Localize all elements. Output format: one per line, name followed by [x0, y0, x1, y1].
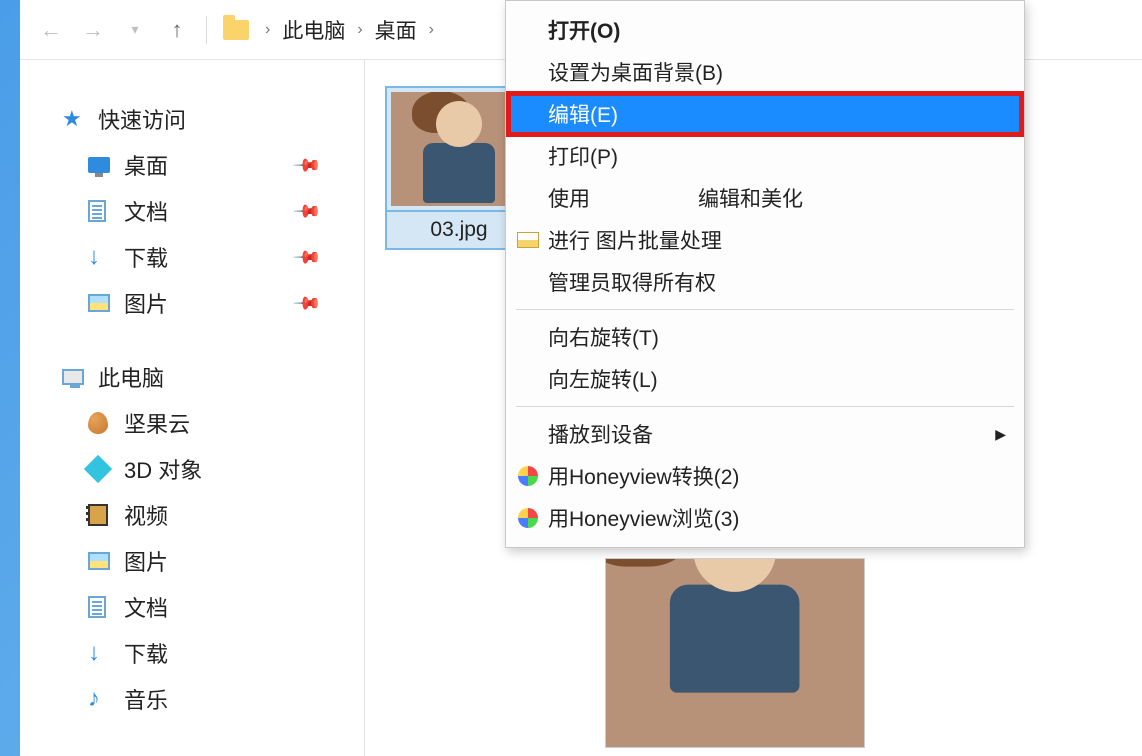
- sidebar-item-label: 下载: [124, 241, 168, 273]
- menu-use-edit-beautify[interactable]: 使用 编辑和美化: [508, 177, 1022, 219]
- toolbar-divider: [206, 16, 207, 44]
- menu-set-desktop-background[interactable]: 设置为桌面背景(B): [508, 51, 1022, 93]
- sidebar-this-pc-header[interactable]: 此电脑: [62, 354, 346, 400]
- menu-print[interactable]: 打印(P): [508, 135, 1022, 177]
- document-icon: [88, 596, 124, 618]
- menu-play-to-device[interactable]: 播放到设备 ▶: [508, 413, 1022, 455]
- pin-icon: 📌: [291, 288, 322, 319]
- sidebar-item-label: 音乐: [124, 683, 168, 715]
- sidebar-item-label: 快速访问: [98, 103, 186, 135]
- pictures-icon: [88, 294, 124, 312]
- cube-icon: [88, 459, 124, 479]
- pin-icon: 📌: [291, 242, 322, 273]
- sidebar-item-label: 文档: [124, 195, 168, 227]
- menu-honeyview-view[interactable]: 用Honeyview浏览(3): [508, 497, 1022, 539]
- menu-separator: [516, 309, 1014, 310]
- context-menu: 打开(O) 设置为桌面背景(B) 编辑(E) 打印(P) 使用 编辑和美化 进行…: [505, 0, 1025, 548]
- pc-icon: [62, 369, 98, 385]
- nut-icon: [88, 412, 124, 434]
- sidebar-item-downloads[interactable]: ↓ 下载 📌: [62, 234, 346, 280]
- menu-admin-ownership[interactable]: 管理员取得所有权: [508, 261, 1022, 303]
- chevron-right-icon: ›: [429, 21, 434, 39]
- menu-batch-process[interactable]: 进行 图片批量处理: [508, 219, 1022, 261]
- breadcrumb-item[interactable]: 此电脑: [282, 15, 345, 45]
- nav-up-button[interactable]: ↑: [160, 17, 194, 43]
- sidebar-item-label: 图片: [124, 287, 168, 319]
- menu-honeyview-convert[interactable]: 用Honeyview转换(2): [508, 455, 1022, 497]
- mail-icon: [516, 232, 540, 248]
- pin-icon: 📌: [291, 196, 322, 227]
- sidebar-item-label: 3D 对象: [124, 453, 202, 485]
- sidebar-this-pc: 此电脑 坚果云 3D 对象 视频 图片: [62, 354, 346, 722]
- pin-icon: 📌: [291, 150, 322, 181]
- sidebar-item-downloads-pc[interactable]: ↓ 下载: [62, 630, 346, 676]
- film-icon: [88, 504, 124, 526]
- sidebar: ★ 快速访问 桌面 📌 文档 📌 ↓ 下载 📌: [20, 60, 365, 756]
- menu-rotate-left[interactable]: 向左旋转(L): [508, 358, 1022, 400]
- chevron-right-icon: ›: [265, 21, 270, 39]
- music-icon: ♪: [88, 685, 124, 713]
- sidebar-item-pictures[interactable]: 图片 📌: [62, 280, 346, 326]
- sidebar-item-label: 图片: [124, 545, 168, 577]
- sidebar-item-music[interactable]: ♪ 音乐: [62, 676, 346, 722]
- nav-forward-button[interactable]: →: [76, 17, 110, 43]
- star-icon: ★: [62, 106, 98, 132]
- sidebar-item-documents-pc[interactable]: 文档: [62, 584, 346, 630]
- chevron-right-icon: ›: [357, 21, 362, 39]
- sidebar-quick-access-header[interactable]: ★ 快速访问: [62, 96, 346, 142]
- folder-icon: [219, 15, 253, 45]
- preview-thumbnail: [605, 558, 865, 748]
- download-icon: ↓: [88, 639, 124, 667]
- menu-separator: [516, 406, 1014, 407]
- sidebar-item-label: 文档: [124, 591, 168, 623]
- document-icon: [88, 200, 124, 222]
- pictures-icon: [88, 552, 124, 570]
- nav-recent-dropdown[interactable]: ▾: [118, 21, 152, 38]
- sidebar-item-label: 桌面: [124, 149, 168, 181]
- sidebar-item-label: 此电脑: [98, 361, 164, 393]
- sidebar-item-3d-objects[interactable]: 3D 对象: [62, 446, 346, 492]
- sidebar-quick-access: ★ 快速访问 桌面 📌 文档 📌 ↓ 下载 📌: [62, 96, 346, 326]
- menu-open[interactable]: 打开(O): [508, 9, 1022, 51]
- menu-rotate-right[interactable]: 向右旋转(T): [508, 316, 1022, 358]
- sidebar-item-videos[interactable]: 视频: [62, 492, 346, 538]
- sidebar-item-pictures-pc[interactable]: 图片: [62, 538, 346, 584]
- sidebar-item-desktop[interactable]: 桌面 📌: [62, 142, 346, 188]
- sidebar-item-label: 坚果云: [124, 407, 190, 439]
- honeyview-icon: [516, 508, 540, 528]
- breadcrumb-item[interactable]: 桌面: [375, 15, 417, 45]
- breadcrumb[interactable]: › 此电脑 › 桌面 ›: [261, 15, 438, 45]
- chevron-right-icon: ▶: [995, 426, 1006, 443]
- sidebar-item-label: 下载: [124, 637, 168, 669]
- nav-back-button[interactable]: ←: [34, 17, 68, 43]
- sidebar-item-nutcloud[interactable]: 坚果云: [62, 400, 346, 446]
- sidebar-item-label: 视频: [124, 499, 168, 531]
- honeyview-icon: [516, 466, 540, 486]
- download-icon: ↓: [88, 243, 124, 271]
- desktop-icon: [88, 157, 124, 173]
- sidebar-item-documents[interactable]: 文档 📌: [62, 188, 346, 234]
- menu-edit[interactable]: 编辑(E): [508, 93, 1022, 135]
